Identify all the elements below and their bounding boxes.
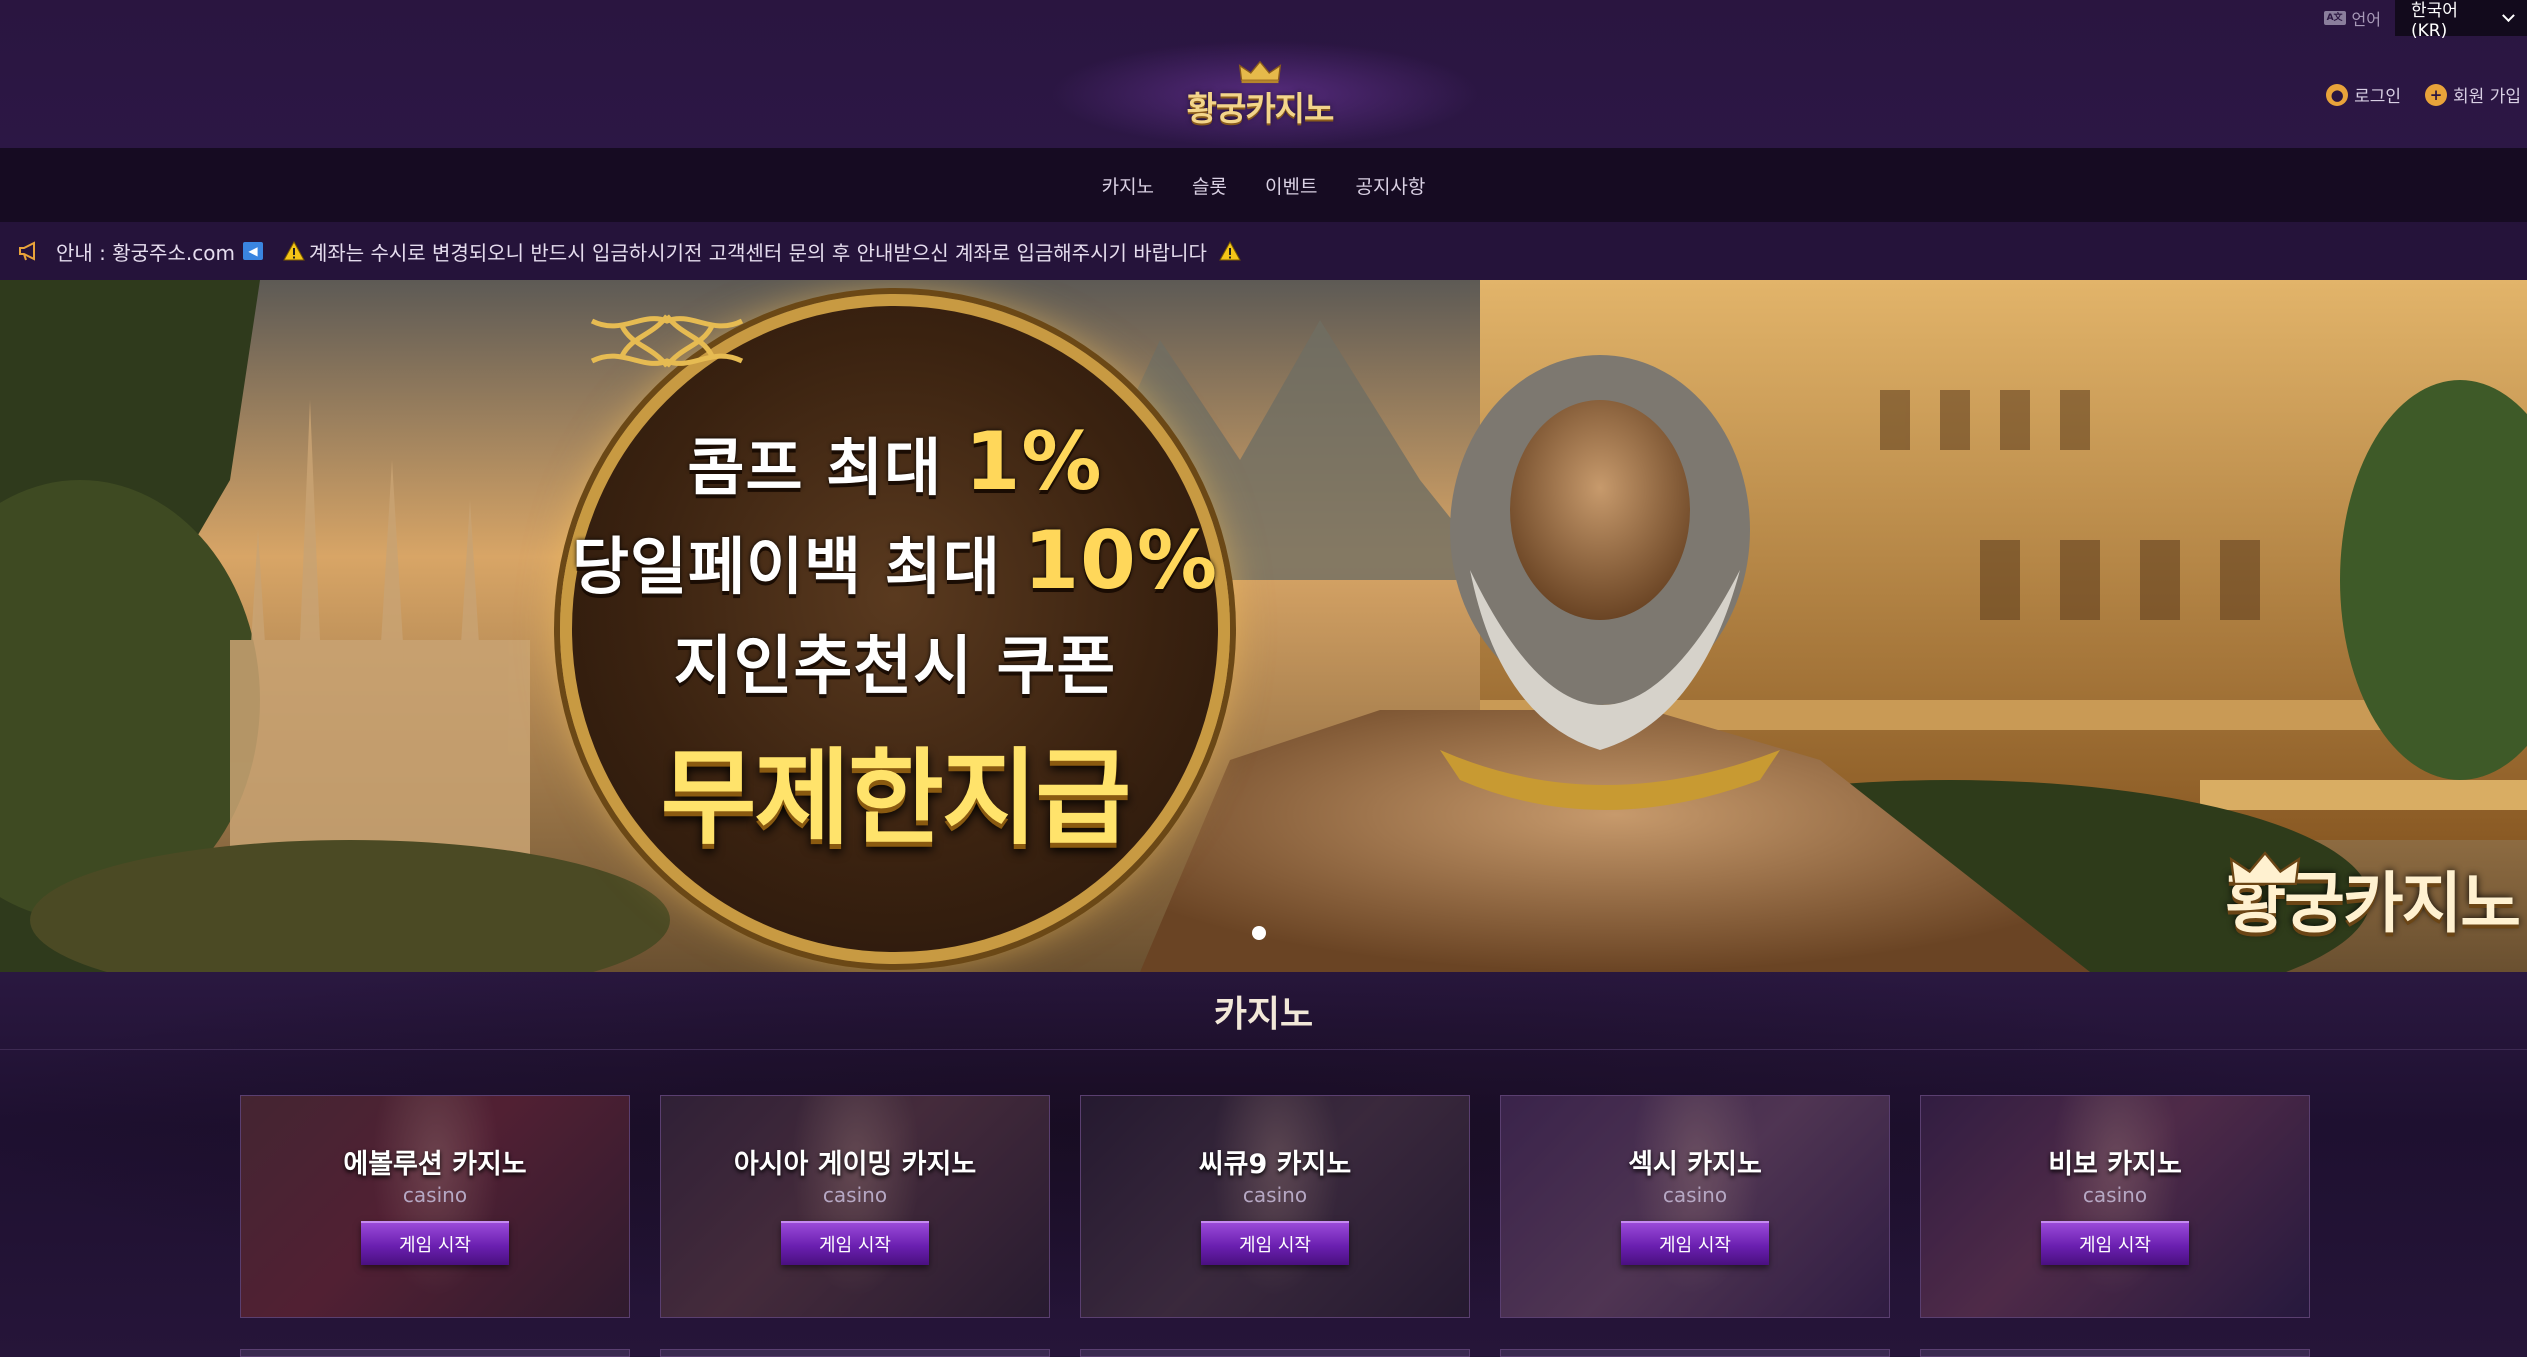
language-selected-value: 한국어 (KR): [2411, 0, 2458, 41]
promo-line-unlimited: 무제한지급: [660, 736, 1131, 859]
game-start-button[interactable]: 게임 시작: [781, 1221, 929, 1265]
login-label: 로그인: [2354, 87, 2402, 107]
nav-item-event[interactable]: 이벤트: [1265, 172, 1317, 199]
logo-text: 황궁카지노: [1186, 89, 1335, 128]
language-label: A文 언어: [2323, 6, 2395, 30]
card-title: 섹시 카지노: [1628, 1149, 1762, 1180]
ornament-icon: [590, 316, 744, 368]
casino-card-partial[interactable]: [240, 1349, 630, 1357]
promo-line-comp-prefix: 콤프 최대: [687, 430, 943, 504]
language-area: A文 언어 한국어 (KR): [2323, 0, 2527, 41]
megaphone-icon: [19, 241, 35, 261]
game-start-button[interactable]: 게임 시작: [1621, 1221, 1769, 1265]
promo-line-payback: 당일페이백 최대 10%: [572, 514, 1218, 607]
language-label-text: 언어: [2351, 10, 2381, 29]
signup-label: 회원 가입: [2453, 87, 2521, 107]
promo-line-payback-prefix: 당일페이백 최대: [572, 529, 1001, 603]
nav-item-slot[interactable]: 슬롯: [1192, 172, 1227, 199]
warning-icon: [1219, 241, 1241, 261]
game-start-button[interactable]: 게임 시작: [2041, 1221, 2189, 1265]
signup-link[interactable]: + 회원 가입: [2425, 82, 2521, 107]
site-logo[interactable]: 황궁카지노: [1172, 60, 1348, 130]
casino-card-asia-gaming[interactable]: 아시아 게이밍 카지노 casino 게임 시작: [660, 1095, 1050, 1318]
casino-card-list-row2: [240, 1349, 2310, 1357]
user-icon: ●: [2326, 83, 2349, 106]
promo-line-referral: 지인추천시 쿠폰: [673, 629, 1117, 704]
crown-icon: [2230, 851, 2301, 885]
notice-bar: 안내 : 황궁주소.com ◀ 계좌는 수시로 변경되오니 반드시 입금하시기전…: [0, 222, 2527, 280]
notice-domain: 안내 : 황궁주소.com: [56, 240, 235, 265]
site-header: A文 언어 한국어 (KR) 황궁카지노 ● 로그인 + 회원 가입: [0, 0, 2527, 148]
auth-links: ● 로그인 + 회원 가입: [2326, 82, 2521, 107]
nav-item-notice[interactable]: 공지사항: [1355, 172, 1425, 199]
notice-message: 계좌는 수시로 변경되오니 반드시 입금하시기전 고객센터 문의 후 안내받으신…: [308, 240, 1207, 265]
back-arrow-icon: ◀: [242, 242, 263, 260]
card-title: 아시아 게이밍 카지노: [733, 1149, 977, 1180]
casino-card-partial[interactable]: [1920, 1349, 2310, 1357]
crown-icon: [1238, 60, 1282, 84]
section-title: 카지노: [0, 972, 2527, 1050]
nav-item-casino[interactable]: 카지노: [1102, 172, 1154, 199]
card-subtitle: casino: [2082, 1183, 2148, 1207]
casino-card-partial[interactable]: [1500, 1349, 1890, 1357]
card-subtitle: casino: [822, 1183, 888, 1207]
language-select[interactable]: 한국어 (KR): [2395, 0, 2527, 41]
casino-card-vivo[interactable]: 비보 카지노 casino 게임 시작: [1920, 1095, 2310, 1318]
card-subtitle: casino: [1662, 1183, 1728, 1207]
promo-line-payback-value: 10%: [1023, 513, 1218, 607]
game-start-button[interactable]: 게임 시작: [1201, 1221, 1349, 1265]
main-nav: 카지노 슬롯 이벤트 공지사항: [0, 148, 2527, 222]
promo-line-comp: 콤프 최대 1%: [687, 415, 1102, 508]
warning-icon: [283, 241, 305, 261]
casino-card-list: 에볼루션 카지노 casino 게임 시작 아시아 게이밍 카지노 casino…: [240, 1095, 2310, 1318]
casino-card-sexy[interactable]: 섹시 카지노 casino 게임 시작: [1500, 1095, 1890, 1318]
card-subtitle: casino: [402, 1183, 468, 1207]
hero-banner[interactable]: 콤프 최대 1% 당일페이백 최대 10% 지인추천시 쿠폰 무제한지급 황궁카…: [0, 280, 2527, 972]
card-title: 씨큐9 카지노: [1198, 1149, 1352, 1180]
banner-artwork: [0, 280, 2527, 972]
banner-logo: 황궁카지노: [2225, 850, 2521, 946]
casino-card-partial[interactable]: [660, 1349, 1050, 1357]
promo-badge: 콤프 최대 1% 당일페이백 최대 10% 지인추천시 쿠폰 무제한지급: [560, 294, 1230, 964]
casino-card-evolution[interactable]: 에볼루션 카지노 casino 게임 시작: [240, 1095, 630, 1318]
casino-section: 카지노 에볼루션 카지노 casino 게임 시작 아시아 게이밍 카지노 ca…: [0, 972, 2527, 1357]
carousel-dot[interactable]: [1252, 926, 1266, 940]
casino-card-partial[interactable]: [1080, 1349, 1470, 1357]
plus-icon: +: [2425, 83, 2448, 106]
casino-card-cq9[interactable]: 씨큐9 카지노 casino 게임 시작: [1080, 1095, 1470, 1318]
promo-line-comp-value: 1%: [964, 414, 1103, 508]
card-title: 에볼루션 카지노: [343, 1149, 527, 1180]
game-start-button[interactable]: 게임 시작: [361, 1221, 509, 1265]
chevron-down-icon: [2502, 9, 2515, 22]
login-link[interactable]: ● 로그인: [2326, 82, 2401, 107]
card-subtitle: casino: [1242, 1183, 1308, 1207]
translate-icon: A文: [2323, 11, 2346, 25]
card-title: 비보 카지노: [2048, 1149, 2182, 1180]
